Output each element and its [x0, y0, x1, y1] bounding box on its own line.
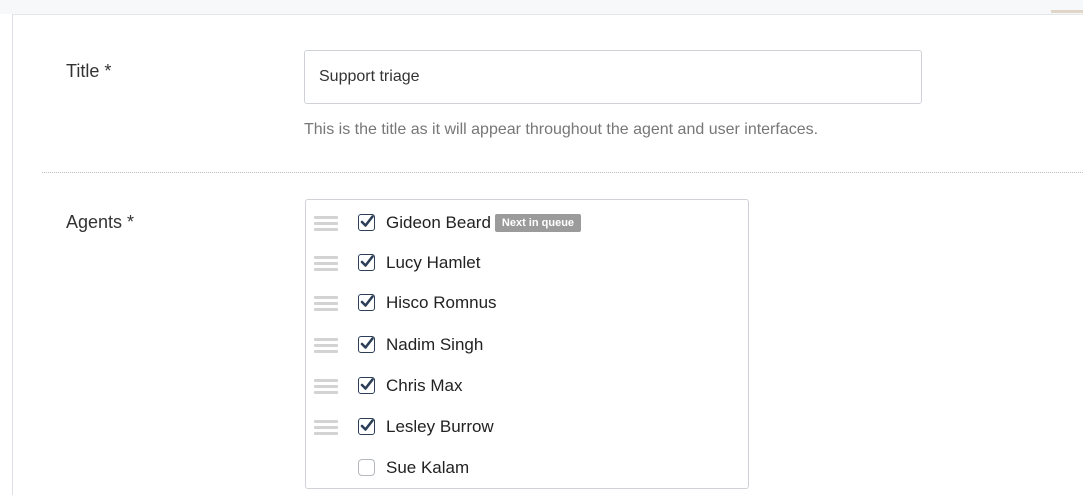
- page: Title * This is the title as it will app…: [0, 0, 1083, 495]
- agents-list: Gideon Beard Next in queue Lucy Hamlet Hi…: [305, 199, 749, 489]
- agent-checkbox-sue-kalam[interactable]: [358, 459, 375, 476]
- agent-checkbox-lesley-burrow[interactable]: [358, 418, 375, 435]
- title-label: Title *: [66, 61, 112, 81]
- agent-name: Chris Max: [386, 376, 463, 395]
- title-help-text: This is the title as it will appear thro…: [304, 121, 819, 138]
- agent-name-text: Gideon Beard: [386, 213, 491, 232]
- drag-handle-icon[interactable]: [314, 337, 338, 353]
- agent-name: Lesley Burrow: [386, 417, 494, 436]
- checkmark-icon: [360, 215, 374, 227]
- agent-name: Lucy Hamlet: [386, 253, 481, 272]
- drag-handle-icon[interactable]: [314, 215, 338, 231]
- agent-checkbox-chris-max[interactable]: [358, 377, 375, 394]
- section-divider: [42, 172, 1083, 173]
- agent-name: Nadim Singh: [386, 335, 484, 354]
- agents-label: Agents *: [66, 212, 135, 232]
- checkmark-icon: [360, 419, 374, 431]
- checkmark-icon: [360, 337, 374, 349]
- drag-handle-icon[interactable]: [314, 295, 338, 311]
- agent-name: Hisco Romnus: [386, 293, 497, 312]
- agent-name: Gideon Beard Next in queue: [386, 213, 582, 233]
- agent-row-gideon-beard: Gideon Beard Next in queue: [306, 209, 748, 239]
- drag-handle-icon[interactable]: [314, 255, 338, 271]
- checkmark-icon: [360, 255, 374, 267]
- checkmark-icon: [360, 378, 374, 390]
- title-input[interactable]: [304, 50, 922, 104]
- top-band: [0, 0, 1083, 14]
- agent-checkbox-nadim-singh[interactable]: [358, 336, 375, 353]
- agent-name: Sue Kalam: [386, 458, 470, 477]
- agent-checkbox-lucy-hamlet[interactable]: [358, 254, 375, 271]
- agent-checkbox-hisco-romnus[interactable]: [358, 294, 375, 311]
- checkmark-icon: [360, 295, 374, 307]
- drag-handle-icon[interactable]: [314, 378, 338, 394]
- drag-handle-icon[interactable]: [314, 419, 338, 435]
- corner-mark: [1051, 10, 1083, 13]
- agent-row-hisco-romnus: Hisco Romnus: [306, 289, 748, 319]
- agent-row-lesley-burrow: Lesley Burrow: [306, 413, 748, 443]
- agent-row-lucy-hamlet: Lucy Hamlet: [306, 249, 748, 279]
- agent-checkbox-gideon-beard[interactable]: [358, 214, 375, 231]
- next-in-queue-badge: Next in queue: [494, 214, 582, 232]
- agent-row-nadim-singh: Nadim Singh: [306, 331, 748, 361]
- agent-row-chris-max: Chris Max: [306, 372, 748, 402]
- agent-row-sue-kalam: Sue Kalam: [306, 454, 748, 484]
